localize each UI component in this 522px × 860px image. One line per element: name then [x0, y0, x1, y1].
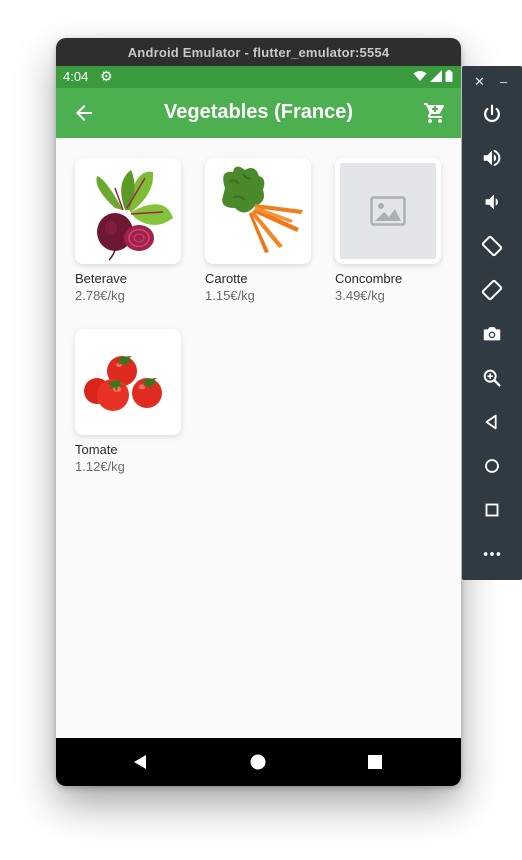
volume-up-button[interactable] — [478, 144, 506, 172]
back-icon — [485, 414, 497, 430]
back-button[interactable] — [478, 408, 506, 436]
product-grid: Beterave 2.78€/kg Carotte 1.15€/kg Conco… — [56, 138, 461, 738]
tomatoes-image — [84, 356, 162, 411]
product-name: Tomate — [75, 442, 118, 457]
close-icon[interactable]: ✕ — [474, 74, 485, 90]
emulator-title: Android Emulator - flutter_emulator:5554 — [127, 44, 390, 60]
rotate-left-button[interactable] — [478, 232, 506, 260]
emulator-title-bar: Android Emulator - flutter_emulator:5554 — [56, 38, 461, 66]
home-button[interactable] — [478, 452, 506, 480]
placeholder-image-icon — [370, 196, 406, 226]
product-card-beterave[interactable]: Beterave 2.78€/kg — [75, 158, 181, 303]
nav-home-icon[interactable] — [247, 751, 269, 773]
product-image — [75, 158, 181, 264]
app-bar: Vegetables (France) — [56, 88, 461, 138]
rotate-right-button[interactable] — [478, 276, 506, 304]
product-price: 1.12€/kg — [75, 459, 125, 474]
power-button[interactable] — [478, 100, 506, 128]
emulator-side-panel: ✕ – — [462, 66, 522, 580]
status-time: 4:04 — [63, 69, 89, 84]
page-title: Vegetables (France) — [164, 101, 353, 123]
wifi-icon — [413, 71, 427, 81]
rotate-right-icon — [481, 279, 503, 301]
zoom-button[interactable] — [478, 364, 506, 392]
product-image — [205, 158, 311, 264]
beetroot-image — [96, 170, 173, 261]
emulator-window: Android Emulator - flutter_emulator:5554… — [56, 38, 461, 786]
settings-gear-icon: ⚙ — [100, 68, 113, 84]
power-icon — [484, 104, 500, 123]
zoom-icon — [483, 369, 501, 387]
volume-down-button[interactable] — [478, 188, 506, 216]
camera-icon — [483, 327, 501, 341]
volume-up-icon — [483, 149, 501, 167]
volume-down-icon — [485, 194, 498, 210]
carrots-image — [222, 166, 303, 253]
shopping-cart-icon[interactable] — [423, 101, 447, 125]
overview-icon — [485, 503, 499, 517]
more-icon — [483, 552, 501, 556]
minimize-icon[interactable]: – — [500, 74, 507, 89]
more-button[interactable] — [478, 540, 506, 568]
product-card-concombre[interactable]: Concombre 3.49€/kg — [335, 158, 441, 303]
rotate-left-icon — [481, 235, 503, 257]
product-card-tomate[interactable]: Tomate 1.12€/kg — [75, 329, 181, 474]
android-nav-bar — [56, 738, 461, 786]
product-price: 3.49€/kg — [335, 288, 385, 303]
image-placeholder — [340, 163, 436, 259]
screenshot-button[interactable] — [478, 320, 506, 348]
product-name: Concombre — [335, 271, 403, 286]
side-panel-top: ✕ – — [462, 74, 522, 90]
status-bar: 4:04 ⚙ — [56, 66, 461, 88]
product-name: Beterave — [75, 271, 128, 286]
signal-icon — [430, 70, 442, 82]
product-image — [335, 158, 441, 264]
nav-back-icon[interactable] — [129, 751, 151, 773]
overview-button[interactable] — [478, 496, 506, 524]
nav-overview-icon[interactable] — [364, 751, 386, 773]
product-image — [75, 329, 181, 435]
home-icon — [485, 459, 499, 473]
product-price: 1.15€/kg — [205, 288, 255, 303]
battery-icon — [445, 70, 453, 82]
product-price: 2.78€/kg — [75, 288, 125, 303]
product-name: Carotte — [205, 271, 248, 286]
status-icons — [413, 70, 453, 82]
product-card-carotte[interactable]: Carotte 1.15€/kg — [205, 158, 311, 303]
